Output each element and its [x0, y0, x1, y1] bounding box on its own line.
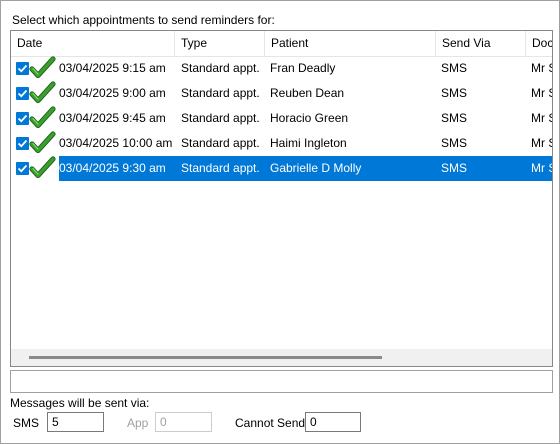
table-row[interactable]: 03/04/2025 9:00 am Standard appt. Reuben D…	[11, 81, 552, 109]
cell-date: 03/04/2025 9:30 am	[59, 161, 166, 175]
cell-type: Standard appt.	[181, 136, 260, 150]
cannot-send-label: Cannot Send	[235, 416, 306, 430]
row-checkbox[interactable]	[16, 112, 29, 125]
green-checkmark-icon	[29, 156, 57, 184]
column-header-send-via[interactable]: Send Via	[436, 31, 526, 56]
status-field	[10, 370, 553, 393]
cell-doctor: Mr S	[531, 61, 552, 75]
cell-doctor: Mr S	[531, 111, 552, 125]
column-header-date[interactable]: Date	[11, 31, 175, 56]
cell-doctor: Mr S	[531, 136, 552, 150]
cell-patient: Gabrielle D Molly	[270, 161, 362, 175]
cell-date: 03/04/2025 9:45 am	[59, 111, 166, 125]
cell-send-via: SMS	[441, 86, 468, 100]
table-row[interactable]: 03/04/2025 9:15 am Standard appt. Fran Dea…	[11, 56, 552, 84]
list-caption: Select which appointments to send remind…	[12, 13, 275, 27]
column-header-type[interactable]: Type	[175, 31, 265, 56]
cell-type: Standard appt.	[181, 61, 260, 75]
cell-patient: Fran Deadly	[270, 61, 336, 75]
green-checkmark-icon	[29, 106, 57, 134]
horizontal-scrollbar[interactable]	[11, 349, 552, 366]
table-row[interactable]: 03/04/2025 9:30 am Standard appt. Gabriell…	[11, 156, 552, 184]
cell-patient: Horacio Green	[270, 111, 349, 125]
cell-type: Standard appt.	[181, 86, 260, 100]
cell-send-via: SMS	[441, 161, 468, 175]
cell-patient: Reuben Dean	[270, 86, 345, 100]
sms-label: SMS	[13, 416, 40, 430]
column-header-patient[interactable]: Patient	[265, 31, 436, 56]
cell-date: 03/04/2025 9:00 am	[59, 86, 166, 100]
appointments-list[interactable]: Date Type Patient Send Via Doc 03/04/202…	[10, 30, 553, 367]
row-checkbox[interactable]	[16, 137, 29, 150]
row-checkbox[interactable]	[16, 62, 29, 75]
row-checkbox[interactable]	[16, 162, 29, 175]
cell-send-via: SMS	[441, 111, 468, 125]
cell-type: Standard appt.	[181, 111, 260, 125]
table-row[interactable]: 03/04/2025 9:45 am Standard appt. Horacio …	[11, 106, 552, 134]
cell-send-via: SMS	[441, 61, 468, 75]
app-count-field[interactable]: 0	[155, 412, 212, 432]
table-row[interactable]: 03/04/2025 10:00 am Standard appt. Haimi I…	[11, 131, 552, 159]
list-header: Date Type Patient Send Via Doc	[11, 31, 552, 57]
cell-send-via: SMS	[441, 136, 468, 150]
cell-doctor: Mr S	[531, 86, 552, 100]
column-header-doctor[interactable]: Doc	[526, 31, 552, 56]
green-checkmark-icon	[29, 131, 57, 159]
cell-date: 03/04/2025 10:00 am	[59, 136, 173, 150]
cell-type: Standard appt.	[181, 161, 260, 175]
cell-doctor: Mr S	[531, 161, 552, 175]
cell-date: 03/04/2025 9:15 am	[59, 61, 166, 75]
cell-patient: Haimi Ingleton	[270, 136, 347, 150]
row-checkbox[interactable]	[16, 87, 29, 100]
scrollbar-thumb[interactable]	[29, 356, 382, 359]
send-via-label: Messages will be sent via:	[10, 396, 150, 410]
green-checkmark-icon	[29, 81, 57, 109]
cannot-send-count-field[interactable]: 0	[305, 412, 361, 432]
sms-count-field[interactable]: 5	[47, 412, 104, 432]
app-label: App	[127, 416, 149, 430]
green-checkmark-icon	[29, 56, 57, 84]
reminder-dialog: Select which appointments to send remind…	[0, 0, 560, 444]
